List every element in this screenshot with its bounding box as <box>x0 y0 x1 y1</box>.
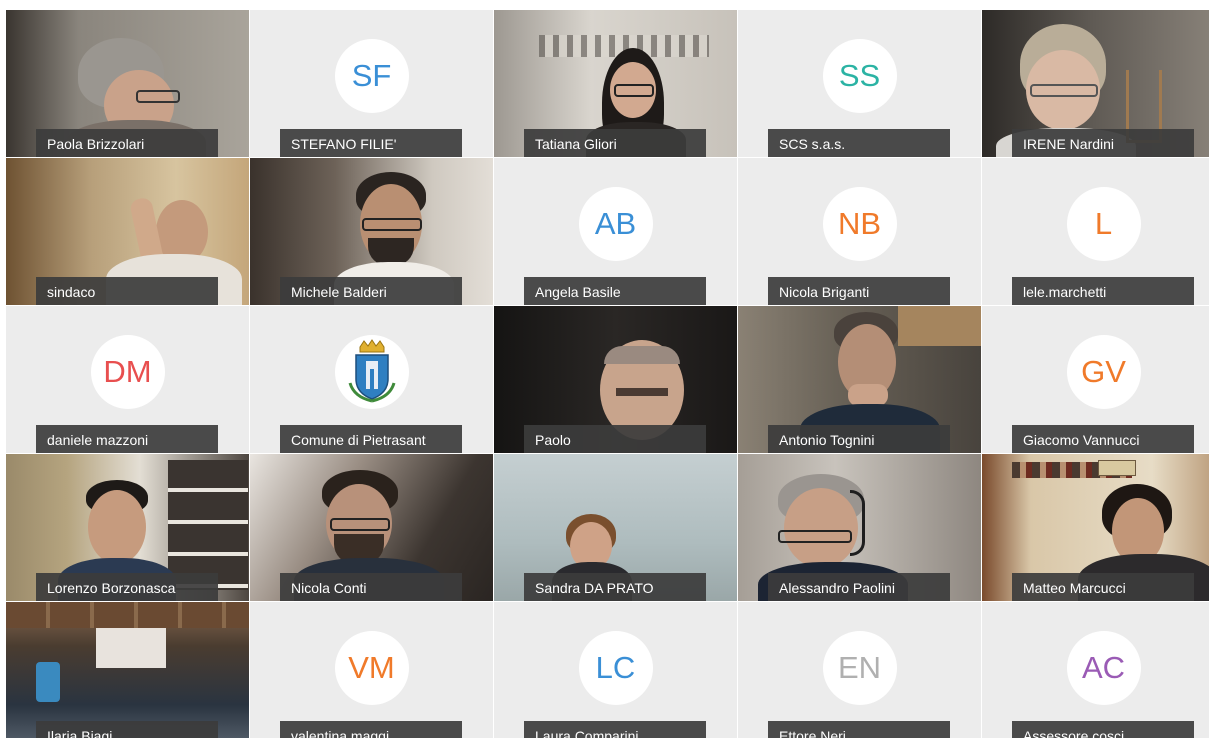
participant-name: Paola Brizzolari <box>36 129 218 157</box>
video-feed <box>6 602 249 738</box>
participant-name: Nicola Conti <box>280 573 462 601</box>
participant-name: Alessandro Paolini <box>768 573 950 601</box>
avatar: EN <box>822 631 897 705</box>
participant-tile[interactable]: Comune di Pietrasant <box>250 306 493 453</box>
participant-name: Ettore Neri <box>768 721 950 738</box>
avatar: AC <box>1066 631 1141 705</box>
participant-tile[interactable]: Tatiana Gliori <box>494 10 737 157</box>
participant-name: Lorenzo Borzonasca <box>36 573 218 601</box>
participant-name: Paolo <box>524 425 706 453</box>
participant-name: SCS s.a.s. <box>768 129 950 157</box>
participant-name: Laura Comparini <box>524 721 706 738</box>
participant-name: Giacomo Vannucci <box>1012 425 1194 453</box>
participant-name: daniele mazzoni <box>36 425 218 453</box>
municipal-crest-icon <box>334 335 409 409</box>
avatar: DM <box>90 335 165 409</box>
avatar: AB <box>578 187 653 261</box>
participant-tile[interactable]: sindaco <box>6 158 249 305</box>
participant-tile[interactable]: Alessandro Paolini <box>738 454 981 601</box>
participant-name: Nicola Briganti <box>768 277 950 305</box>
participant-tile[interactable]: EN Ettore Neri <box>738 602 981 738</box>
participant-tile[interactable]: SS SCS s.a.s. <box>738 10 981 157</box>
avatar: L <box>1066 187 1141 261</box>
participant-tile[interactable]: Paolo <box>494 306 737 453</box>
participant-tile[interactable]: DM daniele mazzoni <box>6 306 249 453</box>
participant-tile[interactable]: IRENE Nardini <box>982 10 1209 157</box>
participant-tile[interactable]: AB Angela Basile <box>494 158 737 305</box>
participant-name: IRENE Nardini <box>1012 129 1194 157</box>
participant-tile[interactable]: Matteo Marcucci <box>982 454 1209 601</box>
participant-name: Comune di Pietrasant <box>280 425 462 453</box>
participant-tile[interactable]: Antonio Tognini <box>738 306 981 453</box>
avatar: LC <box>578 631 653 705</box>
participant-tile[interactable]: Sandra DA PRATO <box>494 454 737 601</box>
participant-name: Matteo Marcucci <box>1012 573 1194 601</box>
participant-tile[interactable]: Nicola Conti <box>250 454 493 601</box>
participant-tile[interactable]: NB Nicola Briganti <box>738 158 981 305</box>
avatar: GV <box>1066 335 1141 409</box>
participant-tile[interactable]: Paola Brizzolari <box>6 10 249 157</box>
participant-name: Ilaria Biagi <box>36 721 218 738</box>
avatar: SS <box>822 39 897 113</box>
participant-tile[interactable]: VM valentina maggi <box>250 602 493 738</box>
participant-tile[interactable]: Michele Balderi <box>250 158 493 305</box>
participant-name: lele.marchetti <box>1012 277 1194 305</box>
participant-tile[interactable]: Lorenzo Borzonasca <box>6 454 249 601</box>
participant-tile[interactable]: LC Laura Comparini <box>494 602 737 738</box>
participant-name: sindaco <box>36 277 218 305</box>
participant-tile[interactable]: L lele.marchetti <box>982 158 1209 305</box>
avatar: NB <box>822 187 897 261</box>
participant-tile[interactable]: Ilaria Biagi <box>6 602 249 738</box>
avatar: VM <box>334 631 409 705</box>
participant-name: Angela Basile <box>524 277 706 305</box>
participant-name: Michele Balderi <box>280 277 462 305</box>
participant-name: Antonio Tognini <box>768 425 950 453</box>
participant-name: Assessore cosci <box>1012 721 1194 738</box>
participant-tile[interactable]: GV Giacomo Vannucci <box>982 306 1209 453</box>
participant-tile[interactable]: SF STEFANO FILIE' <box>250 10 493 157</box>
participant-name: Tatiana Gliori <box>524 129 706 157</box>
participant-grid: Paola Brizzolari SF STEFANO FILIE' Tatia… <box>6 10 1209 738</box>
avatar: SF <box>334 39 409 113</box>
participant-tile[interactable]: AC Assessore cosci <box>982 602 1209 738</box>
participant-name: STEFANO FILIE' <box>280 129 462 157</box>
participant-name: Sandra DA PRATO <box>524 573 706 601</box>
participant-name: valentina maggi <box>280 721 462 738</box>
